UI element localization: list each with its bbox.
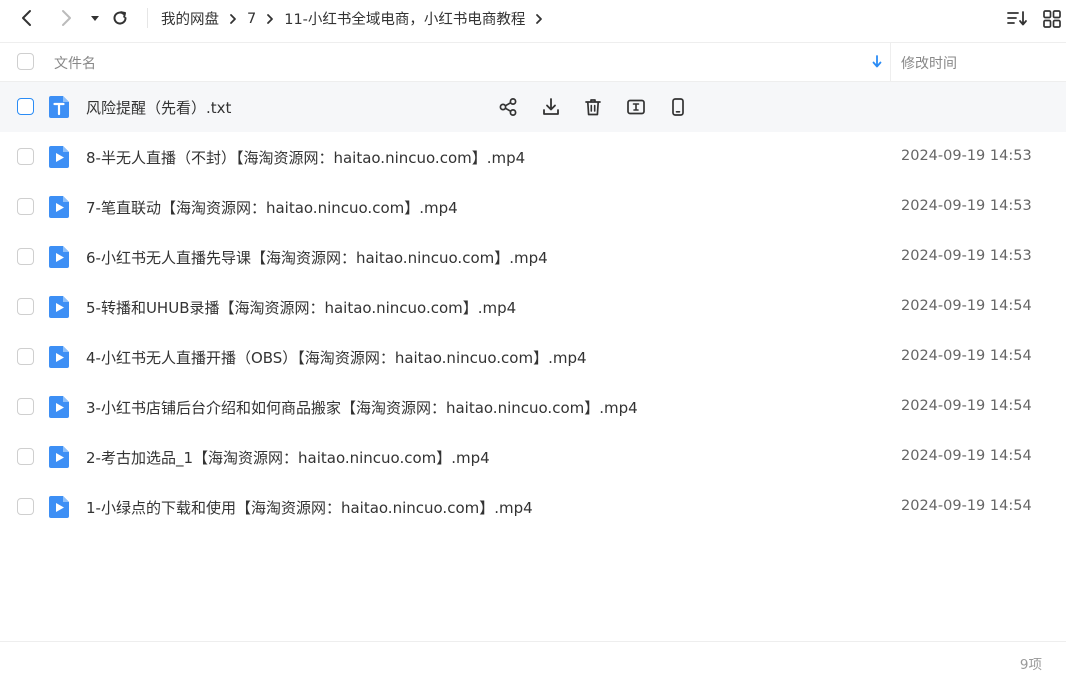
file-modified-time: 2024-09-19 14:54 [901, 398, 1032, 414]
column-header-modified[interactable]: 修改时间 [901, 53, 957, 73]
row-checkbox[interactable] [17, 298, 34, 315]
file-name[interactable]: 4-小红书无人直播开播（OBS）【海淘资源网：haitao.nincuo.com… [86, 347, 587, 368]
row-checkbox[interactable] [17, 348, 34, 365]
file-name[interactable]: 5-转播和UHUB录播【海淘资源网：haitao.nincuo.com】.mp4 [86, 297, 516, 318]
rename-button[interactable] [624, 96, 648, 118]
file-row[interactable]: 风险提醒（先看）.txt [0, 82, 1066, 132]
file-row[interactable]: 6-小红书无人直播先导课【海淘资源网：haitao.nincuo.com】.mp… [0, 232, 1066, 282]
video-file-icon [49, 446, 69, 468]
file-name[interactable]: 8-半无人直播（不封）【海淘资源网：haitao.nincuo.com】.mp4 [86, 147, 525, 168]
file-modified-time: 2024-09-19 14:54 [901, 448, 1032, 464]
file-modified-time: 2024-09-19 14:54 [901, 298, 1032, 314]
file-modified-time: 2024-09-19 14:54 [901, 348, 1032, 364]
back-button[interactable] [15, 6, 39, 30]
download-button[interactable] [539, 96, 563, 118]
file-name[interactable]: 风险提醒（先看）.txt [86, 97, 231, 118]
toolbar: 我的网盘 7 11-小红书全域电商，小红书电商教程 [0, 0, 1066, 36]
file-row[interactable]: 5-转播和UHUB录播【海淘资源网：haitao.nincuo.com】.mp4… [0, 282, 1066, 332]
file-name[interactable]: 3-小红书店铺后台介绍和如何商品搬家【海淘资源网：haitao.nincuo.c… [86, 397, 638, 418]
video-file-icon [49, 346, 69, 368]
breadcrumb-item-folder-7[interactable]: 7 [247, 11, 256, 27]
file-row[interactable]: 1-小绿点的下载和使用【海淘资源网：haitao.nincuo.com】.mp4… [0, 482, 1066, 532]
file-modified-time: 2024-09-19 14:54 [901, 498, 1032, 514]
sort-list-icon [1007, 11, 1027, 26]
delete-button[interactable] [581, 96, 605, 118]
file-row[interactable]: 3-小红书店铺后台介绍和如何商品搬家【海淘资源网：haitao.nincuo.c… [0, 382, 1066, 432]
file-row[interactable]: 7-笔直联动【海淘资源网：haitao.nincuo.com】.mp4 2024… [0, 182, 1066, 232]
column-header: 文件名 修改时间 [0, 42, 1066, 82]
file-modified-time: 2024-09-19 14:53 [901, 198, 1032, 214]
breadcrumb-separator-icon [265, 13, 275, 25]
row-checkbox[interactable] [17, 448, 34, 465]
row-actions [496, 96, 709, 118]
row-checkbox[interactable] [17, 398, 34, 415]
breadcrumb-item-root[interactable]: 我的网盘 [161, 8, 219, 29]
sort-desc-icon[interactable] [871, 54, 883, 73]
chevron-left-icon [22, 10, 31, 26]
video-file-icon [49, 296, 69, 318]
toolbar-divider [147, 8, 148, 28]
row-checkbox[interactable] [17, 148, 34, 165]
file-name[interactable]: 7-笔直联动【海淘资源网：haitao.nincuo.com】.mp4 [86, 197, 458, 218]
share-icon [499, 98, 517, 116]
caret-down-icon [91, 16, 99, 21]
grid-icon [1043, 10, 1061, 28]
row-checkbox[interactable] [17, 248, 34, 265]
file-name[interactable]: 1-小绿点的下载和使用【海淘资源网：haitao.nincuo.com】.mp4 [86, 497, 533, 518]
breadcrumb-separator-icon [534, 13, 544, 25]
refresh-button[interactable] [108, 6, 132, 30]
column-header-filename[interactable]: 文件名 [54, 53, 96, 73]
file-modified-time: 2024-09-19 14:53 [901, 248, 1032, 264]
file-name[interactable]: 6-小红书无人直播先导课【海淘资源网：haitao.nincuo.com】.mp… [86, 247, 548, 268]
text-file-icon [49, 96, 69, 118]
download-icon [542, 98, 559, 115]
row-checkbox[interactable] [17, 98, 34, 115]
history-dropdown-button[interactable] [83, 6, 107, 30]
file-modified-time: 2024-09-19 14:53 [901, 148, 1032, 164]
video-file-icon [49, 496, 69, 518]
forward-button[interactable] [54, 6, 78, 30]
breadcrumb: 我的网盘 7 11-小红书全域电商，小红书电商教程 [161, 8, 553, 29]
rename-icon [626, 99, 645, 115]
column-divider [890, 43, 891, 81]
row-checkbox[interactable] [17, 198, 34, 215]
grid-view-button[interactable] [1041, 8, 1063, 30]
item-count: 9项 [1019, 657, 1042, 673]
video-file-icon [49, 396, 69, 418]
video-file-icon [49, 246, 69, 268]
file-row[interactable]: 2-考古加选品_1【海淘资源网：haitao.nincuo.com】.mp4 2… [0, 432, 1066, 482]
breadcrumb-separator-icon [228, 13, 238, 25]
row-checkbox[interactable] [17, 498, 34, 515]
select-all-checkbox[interactable] [17, 53, 34, 70]
send-to-phone-button[interactable] [666, 96, 690, 118]
video-file-icon [49, 146, 69, 168]
breadcrumb-item-current[interactable]: 11-小红书全域电商，小红书电商教程 [284, 8, 525, 29]
mobile-phone-icon [672, 98, 684, 116]
video-file-icon [49, 196, 69, 218]
refresh-icon [113, 11, 127, 25]
status-bar: 9项 [0, 641, 1066, 679]
file-name[interactable]: 2-考古加选品_1【海淘资源网：haitao.nincuo.com】.mp4 [86, 447, 490, 468]
sort-button[interactable] [1006, 8, 1028, 30]
share-button[interactable] [496, 96, 520, 118]
file-row[interactable]: 4-小红书无人直播开播（OBS）【海淘资源网：haitao.nincuo.com… [0, 332, 1066, 382]
trash-icon [585, 99, 601, 116]
file-row[interactable]: 8-半无人直播（不封）【海淘资源网：haitao.nincuo.com】.mp4… [0, 132, 1066, 182]
chevron-right-icon [62, 10, 71, 26]
